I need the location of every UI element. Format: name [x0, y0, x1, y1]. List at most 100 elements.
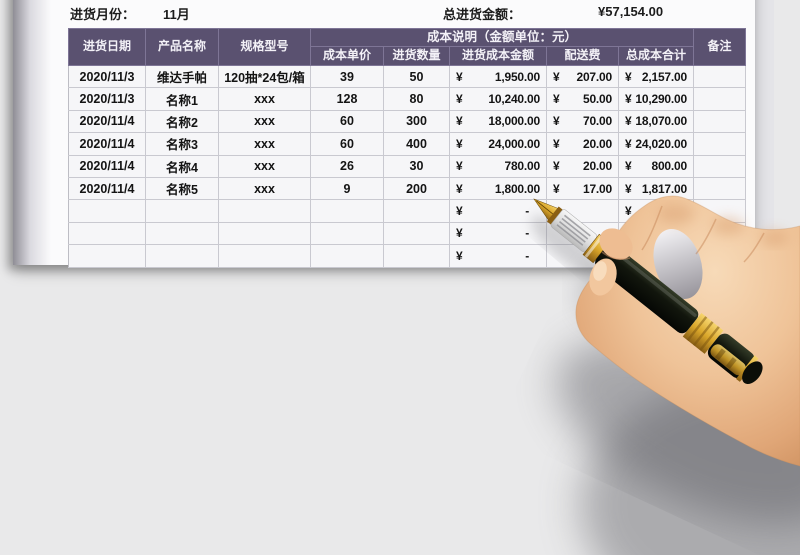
cell-spec[interactable]: 120抽*24包/箱 — [219, 66, 311, 88]
cell-cost[interactable]: ¥- — [450, 200, 547, 222]
cell-total[interactable]: ¥800.00 — [619, 155, 694, 177]
table-row: 2020/11/4名称5xxx9200¥1,800.00¥17.00¥1,817… — [69, 177, 746, 199]
cell-fee[interactable]: ¥17.00 — [547, 177, 619, 199]
cell-product[interactable]: 名称3 — [146, 133, 219, 155]
cell-spec[interactable]: xxx — [219, 155, 311, 177]
cell-cost[interactable]: ¥780.00 — [450, 155, 547, 177]
cell-total[interactable]: ¥18,070.00 — [619, 110, 694, 132]
cell-cost[interactable]: ¥- — [450, 245, 547, 267]
cell-date[interactable] — [69, 245, 146, 267]
col-header-delivery-fee[interactable]: 配送费 — [547, 47, 619, 66]
cell-unit_price[interactable] — [311, 200, 384, 222]
total-amount-value[interactable]: ¥57,154.00 — [598, 4, 663, 19]
cell-note[interactable] — [694, 88, 746, 110]
col-header-qty[interactable]: 进货数量 — [384, 47, 450, 66]
cell-unit_price[interactable]: 60 — [311, 133, 384, 155]
cell-qty[interactable]: 400 — [384, 133, 450, 155]
cell-cost[interactable]: ¥- — [450, 222, 547, 244]
purchase-month-value[interactable]: 11月 — [163, 4, 190, 23]
cell-date[interactable]: 2020/11/4 — [69, 155, 146, 177]
back-sheet-edge — [755, 0, 774, 256]
cell-fee[interactable] — [547, 245, 619, 267]
cell-product[interactable] — [146, 245, 219, 267]
table-body: 2020/11/3维达手帕120抽*24包/箱3950¥1,950.00¥207… — [69, 66, 746, 268]
cell-qty[interactable]: 200 — [384, 177, 450, 199]
cell-fee[interactable]: ¥20.00 — [547, 155, 619, 177]
col-header-total-cost[interactable]: 总成本合计 — [619, 47, 694, 66]
col-header-note[interactable]: 备注 — [694, 29, 746, 66]
cell-cost[interactable]: ¥24,000.00 — [450, 133, 547, 155]
cell-qty[interactable]: 80 — [384, 88, 450, 110]
cell-unit_price[interactable]: 60 — [311, 110, 384, 132]
cell-total[interactable]: ¥24,020.00 — [619, 133, 694, 155]
cell-qty[interactable]: 50 — [384, 66, 450, 88]
cell-fee[interactable]: ¥70.00 — [547, 110, 619, 132]
table-row: ¥- ¥- — [69, 222, 746, 244]
cell-fee[interactable]: ¥20.00 — [547, 133, 619, 155]
cell-spec[interactable]: xxx — [219, 177, 311, 199]
cell-spec[interactable] — [219, 222, 311, 244]
col-header-product[interactable]: 产品名称 — [146, 29, 219, 66]
hand-cast-shadow — [529, 301, 800, 555]
cell-unit_price[interactable]: 128 — [311, 88, 384, 110]
cell-product[interactable]: 维达手帕 — [146, 66, 219, 88]
cell-note[interactable] — [694, 222, 746, 244]
col-header-date[interactable]: 进货日期 — [69, 29, 146, 66]
cell-date[interactable]: 2020/11/4 — [69, 110, 146, 132]
col-header-cost-amount[interactable]: 进货成本金额 — [450, 47, 547, 66]
cell-date[interactable]: 2020/11/4 — [69, 133, 146, 155]
cell-unit_price[interactable]: 26 — [311, 155, 384, 177]
cell-unit_price[interactable]: 39 — [311, 66, 384, 88]
cell-total[interactable]: ¥10,290.00 — [619, 88, 694, 110]
cell-date[interactable]: 2020/11/3 — [69, 66, 146, 88]
cell-unit_price[interactable] — [311, 245, 384, 267]
cell-note[interactable] — [694, 66, 746, 88]
purchase-month-label: 进货月份： — [70, 4, 135, 23]
cell-qty[interactable]: 30 — [384, 155, 450, 177]
cell-qty[interactable] — [384, 245, 450, 267]
cell-product[interactable] — [146, 200, 219, 222]
table-row: 2020/11/4名称2xxx60300¥18,000.00¥70.00¥18,… — [69, 110, 746, 132]
cell-product[interactable]: 名称5 — [146, 177, 219, 199]
cell-product[interactable]: 名称2 — [146, 110, 219, 132]
cell-spec[interactable] — [219, 245, 311, 267]
cell-note[interactable] — [694, 155, 746, 177]
cell-spec[interactable] — [219, 200, 311, 222]
cell-note[interactable] — [694, 110, 746, 132]
cell-product[interactable] — [146, 222, 219, 244]
col-header-unit-price[interactable]: 成本单价 — [311, 47, 384, 66]
cell-date[interactable] — [69, 222, 146, 244]
cell-date[interactable]: 2020/11/4 — [69, 177, 146, 199]
col-header-spec[interactable]: 规格型号 — [219, 29, 311, 66]
cell-spec[interactable]: xxx — [219, 88, 311, 110]
cell-fee[interactable] — [547, 222, 619, 244]
cell-product[interactable]: 名称4 — [146, 155, 219, 177]
cell-note[interactable] — [694, 200, 746, 222]
cell-unit_price[interactable]: 9 — [311, 177, 384, 199]
cell-note[interactable] — [694, 133, 746, 155]
cell-cost[interactable]: ¥10,240.00 — [450, 88, 547, 110]
cell-unit_price[interactable] — [311, 222, 384, 244]
cell-total[interactable]: ¥1,817.00 — [619, 177, 694, 199]
col-group-header-cost[interactable]: 成本说明（金额单位：元） — [311, 29, 694, 47]
cell-qty[interactable] — [384, 200, 450, 222]
cell-date[interactable] — [69, 200, 146, 222]
cell-qty[interactable]: 300 — [384, 110, 450, 132]
cell-cost[interactable]: ¥1,950.00 — [450, 66, 547, 88]
cell-qty[interactable] — [384, 222, 450, 244]
cell-product[interactable]: 名称1 — [146, 88, 219, 110]
cell-fee[interactable]: ¥207.00 — [547, 66, 619, 88]
cell-total[interactable]: ¥2,157.00 — [619, 66, 694, 88]
cell-cost[interactable]: ¥18,000.00 — [450, 110, 547, 132]
cell-spec[interactable]: xxx — [219, 133, 311, 155]
cell-date[interactable]: 2020/11/3 — [69, 88, 146, 110]
cell-spec[interactable]: xxx — [219, 110, 311, 132]
cell-note[interactable] — [694, 177, 746, 199]
cell-total[interactable]: ¥- — [619, 222, 694, 244]
cell-cost[interactable]: ¥1,800.00 — [450, 177, 547, 199]
cell-total[interactable]: ¥- — [619, 200, 694, 222]
cell-note[interactable] — [694, 245, 746, 267]
cell-fee[interactable] — [547, 200, 619, 222]
cell-fee[interactable]: ¥50.00 — [547, 88, 619, 110]
cell-total[interactable]: ¥- — [619, 245, 694, 267]
